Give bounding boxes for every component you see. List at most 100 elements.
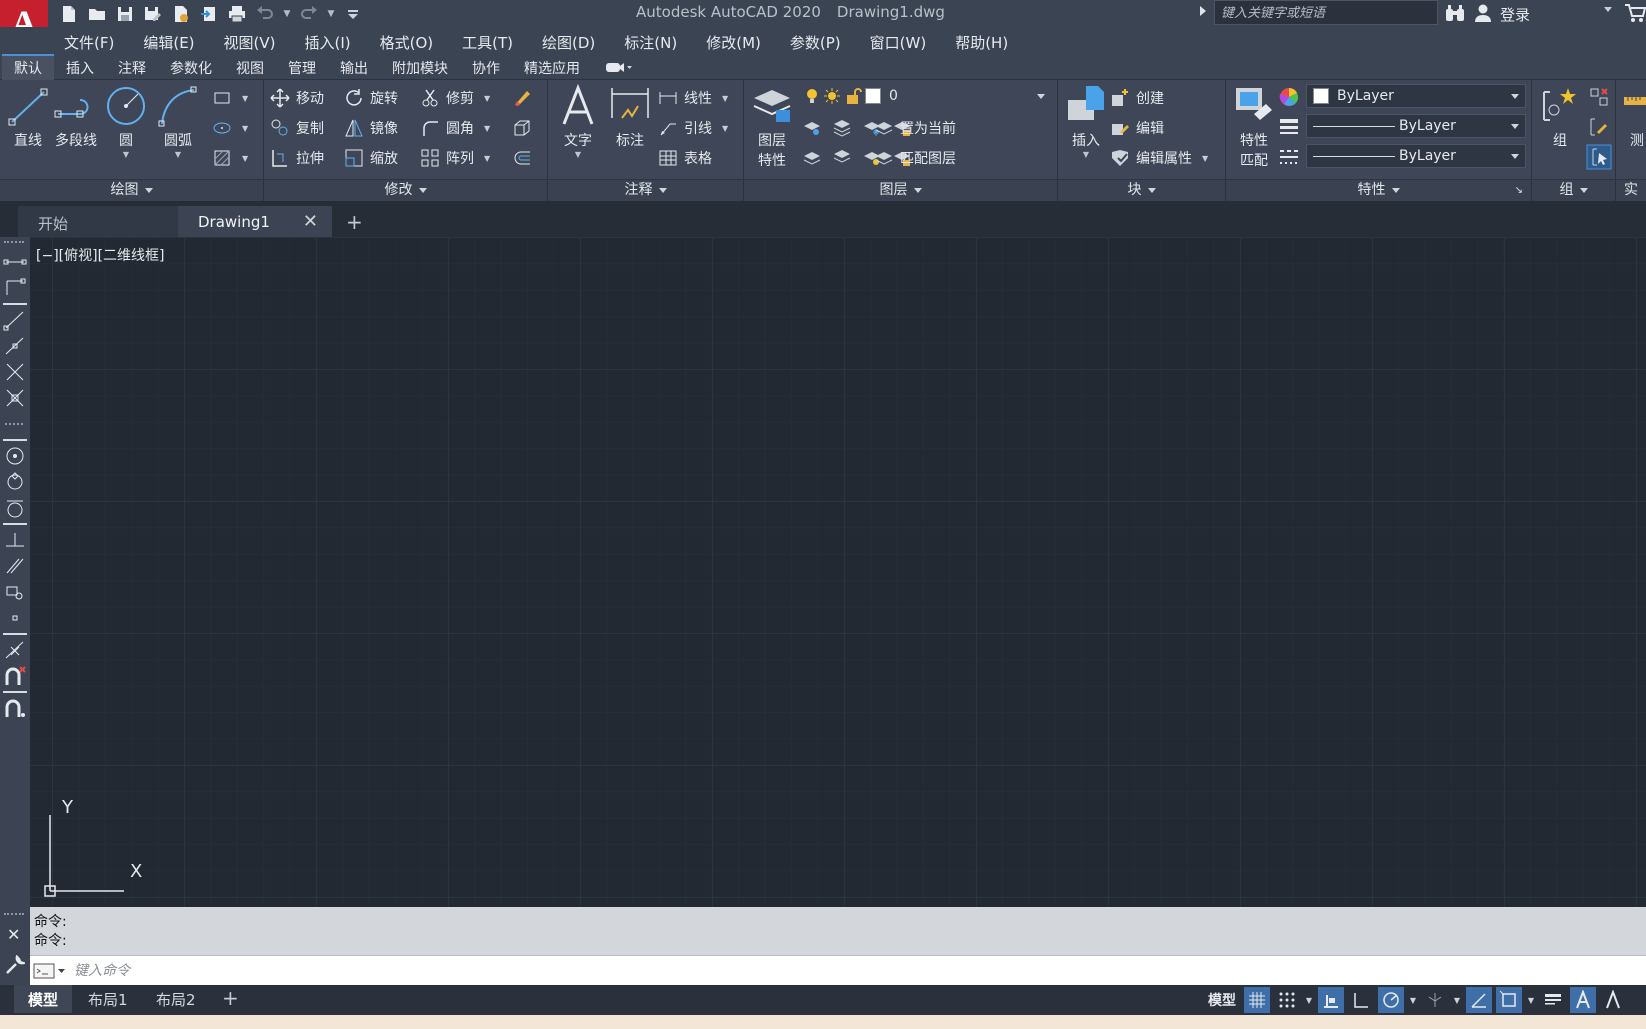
ribbon-display-toggle[interactable] [604,54,632,79]
polar-tracking-toggle[interactable] [1378,987,1404,1013]
panel-title-layers[interactable]: 图层 [744,179,1057,201]
layer-unisolate-icon[interactable] [832,148,852,168]
customize-qat-button[interactable] [342,4,364,24]
chevron-down-icon[interactable]: ▼ [1202,154,1208,163]
line-button[interactable]: 直线 [2,84,54,150]
chevron-down-icon[interactable]: ▼ [1060,150,1112,159]
rectangle-button[interactable]: ▼ [212,86,248,110]
rotate-button[interactable]: 旋转 [344,86,398,110]
layer-off-icon[interactable] [802,118,822,138]
infer-constraints-toggle[interactable] [1318,987,1344,1013]
measure-icon[interactable] [1624,94,1646,108]
save-as-button[interactable] [142,4,164,24]
mirror-button[interactable]: 镜像 [344,116,398,140]
layer-properties-button[interactable]: 图层 特性 [746,84,798,170]
sign-in-link[interactable]: 登录 [1500,4,1530,25]
insert-snap-icon[interactable] [3,581,27,603]
new-file-button[interactable] [58,4,80,24]
user-icon[interactable] [1474,3,1492,23]
scale-button[interactable]: 缩放 [344,146,398,170]
tab-drawing1[interactable]: Drawing1 ✕ [178,206,332,237]
panel-title-block[interactable]: 块 [1058,179,1225,201]
chevron-down-icon[interactable]: ▼ [242,124,248,133]
model-space-toggle[interactable]: 模型 [1208,990,1236,1010]
intersection-icon[interactable] [3,361,27,383]
ungroup-icon[interactable] [1588,86,1610,108]
match-properties-button[interactable]: 特性 匹配 [1228,84,1280,170]
ellipse-button[interactable]: ▼ [212,116,248,140]
chevron-down-icon[interactable]: ▼ [484,124,490,133]
panel-title-properties[interactable]: 特性 ↘ [1226,179,1531,201]
tab-output[interactable]: 输出 [328,54,380,80]
edit-block-button[interactable]: 编辑 [1110,116,1164,140]
group-button[interactable]: 组 [1534,84,1586,150]
search-expand-icon[interactable] [1200,6,1206,16]
quadrant-snap-icon[interactable] [3,471,27,493]
chevron-down-icon[interactable] [1604,7,1612,12]
linetype-icon[interactable] [1278,146,1300,168]
offset-button[interactable] [512,146,532,170]
menu-edit[interactable]: 编辑(E) [143,27,194,54]
binoculars-icon[interactable] [1444,3,1466,23]
parallel-snap-icon[interactable] [3,555,27,577]
chevron-down-icon[interactable]: ▼ [722,124,728,133]
trim-button[interactable]: 修剪 ▼ [420,86,490,110]
menu-insert[interactable]: 插入(I) [305,27,351,54]
tab-layout1[interactable]: 布局1 [74,985,142,1013]
move-button[interactable]: 移动 [270,86,324,110]
layer-isolate-icon[interactable] [832,118,852,138]
annotation-monitor-toggle[interactable] [1570,987,1596,1013]
group-edit-icon[interactable] [1588,116,1610,138]
open-file-button[interactable] [86,4,108,24]
chevron-down-icon[interactable]: ▼ [1526,996,1536,1005]
line-tool-icon[interactable] [3,251,27,273]
chevron-down-icon[interactable]: ▼ [100,150,152,159]
tab-parametric[interactable]: 参数化 [158,54,224,80]
menu-format[interactable]: 格式(O) [380,27,434,54]
tab-addins[interactable]: 附加模块 [380,54,460,80]
chevron-down-icon[interactable]: ▼ [1408,996,1418,1005]
extension-icon[interactable] [3,413,27,435]
object-snap-toggle[interactable] [1496,987,1522,1013]
plot-button[interactable] [226,4,248,24]
new-layout-button[interactable]: + [222,986,239,1010]
recent-commands-button[interactable] [30,959,70,983]
nearest-snap-icon[interactable] [3,639,27,661]
tab-featured-apps[interactable]: 精选应用 [512,54,592,80]
polygon-tool-icon[interactable] [3,335,27,357]
match-layer-button[interactable]: 匹配图层 [874,146,956,170]
hatch-button[interactable]: ▼ [212,146,248,170]
lineweight-toggle[interactable] [1540,987,1566,1013]
table-button[interactable]: 表格 [658,146,712,170]
ortho-toggle[interactable] [1348,987,1374,1013]
search-input[interactable] [1221,3,1431,23]
new-tab-button[interactable]: + [346,210,363,234]
chevron-down-icon[interactable]: ▼ [242,94,248,103]
circle-button[interactable]: 圆 ▼ [100,84,152,159]
set-current-layer-button[interactable]: 置为当前 [874,116,956,140]
chevron-down-icon[interactable]: ▼ [722,94,728,103]
osnap-settings-icon[interactable] [3,697,27,719]
annotation-visibility-toggle[interactable] [1600,987,1626,1013]
command-line-grip[interactable] [4,913,24,917]
menu-tools[interactable]: 工具(T) [462,27,513,54]
insert-block-button[interactable]: 插入 ▼ [1060,84,1112,159]
fillet-button[interactable]: 圆角 ▼ [420,116,490,140]
copy-button[interactable]: 复制 [270,116,324,140]
create-block-button[interactable]: 创建 [1110,86,1164,110]
panel-title-modify[interactable]: 修改 [264,179,547,201]
layer-dropdown[interactable]: 0 [796,84,1052,108]
arc-button[interactable]: 圆弧 ▼ [152,84,204,159]
lineweight-icon[interactable] [1278,116,1300,138]
tab-manage[interactable]: 管理 [276,54,328,80]
chevron-down-icon[interactable]: ▼ [242,154,248,163]
color-wheel-icon[interactable] [1278,86,1300,108]
panel-title-utilities[interactable]: 实用 [1616,179,1646,201]
viewport-controls[interactable]: [−][俯视][二维线框] [36,245,165,265]
dimension-button[interactable]: 标注 [604,84,656,150]
node-snap-icon[interactable] [3,607,27,629]
tab-insert[interactable]: 插入 [54,54,106,80]
panel-title-annotation[interactable]: 注释 [548,179,743,201]
tab-model[interactable]: 模型 [14,985,73,1013]
chevron-down-icon[interactable]: ▼ [1304,996,1314,1005]
